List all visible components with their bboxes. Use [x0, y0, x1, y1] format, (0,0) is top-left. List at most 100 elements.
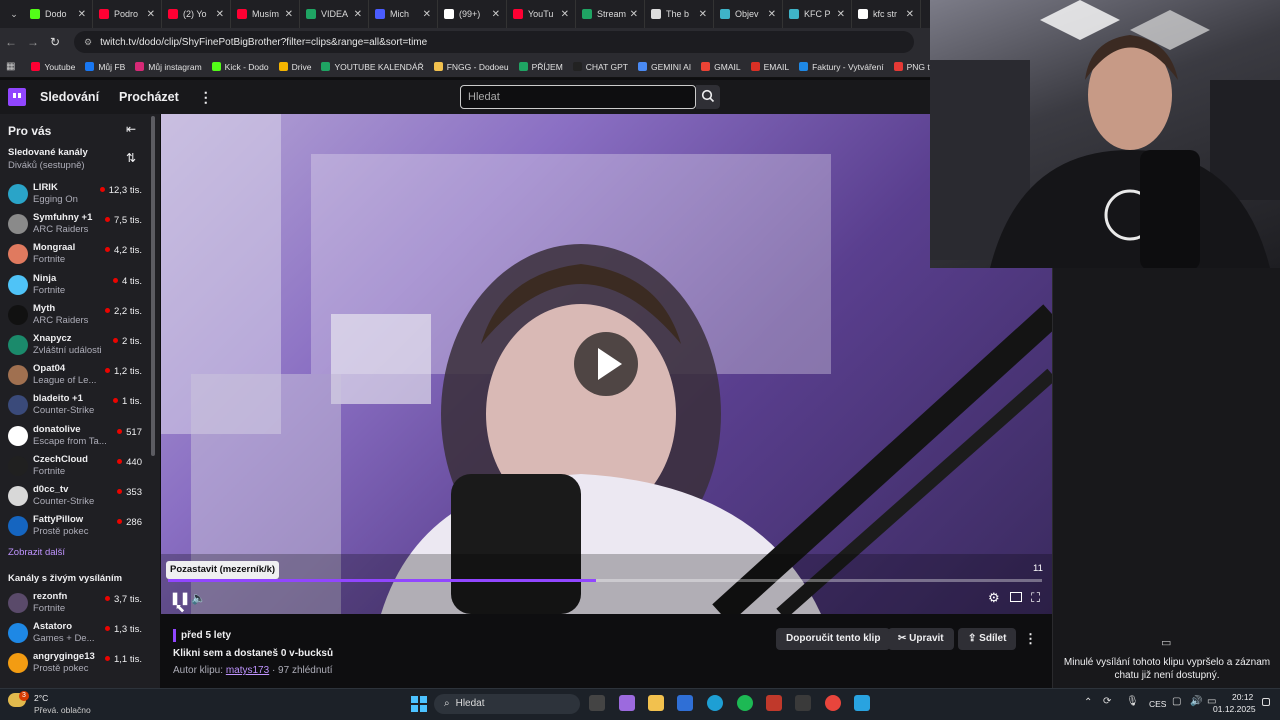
close-tab-icon[interactable]: ✕: [147, 9, 155, 20]
collapse-sidebar-icon[interactable]: ⇤: [126, 122, 136, 136]
bookmark-item[interactable]: Kick - Dodo: [211, 62, 269, 72]
theatre-mode-icon[interactable]: [1010, 592, 1022, 602]
search-input[interactable]: Hledat: [460, 85, 696, 109]
close-tab-icon[interactable]: ✕: [354, 9, 362, 20]
clock-date[interactable]: 01.12.2025: [1213, 704, 1256, 714]
sidebar-channel[interactable]: rezonfn Fortnite 3,7 tis.: [0, 588, 150, 618]
address-bar[interactable]: ⚙ twitch.tv/dodo/clip/ShyFinePotBigBroth…: [74, 31, 914, 53]
sidebar-scrollbar[interactable]: [151, 116, 155, 456]
browser-tab[interactable]: kfc str ✕: [852, 0, 921, 28]
bookmark-item[interactable]: FNGG - Dodoeu: [433, 62, 509, 72]
outlook-icon[interactable]: [677, 695, 693, 711]
language-indicator[interactable]: CES: [1149, 699, 1166, 709]
sidebar-channel[interactable]: Opat04 League of Le... 1,2 tis.: [0, 360, 150, 390]
apps-grid-icon[interactable]: ▦: [6, 61, 15, 72]
close-tab-icon[interactable]: ✕: [699, 9, 707, 20]
nav-browse[interactable]: Procházet: [119, 90, 179, 104]
browser-tab[interactable]: Objev ✕: [714, 0, 783, 28]
more-options-icon[interactable]: ⋮: [1024, 631, 1037, 647]
bookmark-item[interactable]: Faktury - Vytváření: [799, 62, 884, 72]
bookmark-item[interactable]: Youtube: [31, 62, 75, 72]
bookmark-item[interactable]: GEMINI AI: [637, 62, 691, 72]
twitch-logo-icon[interactable]: [8, 88, 26, 106]
close-tab-icon[interactable]: ✕: [78, 9, 86, 20]
share-button[interactable]: ⇪ Sdílet: [958, 628, 1017, 650]
close-tab-icon[interactable]: ✕: [423, 9, 431, 20]
nav-following[interactable]: Sledování: [40, 90, 99, 104]
bookmark-item[interactable]: Můj instagram: [135, 62, 202, 72]
sidebar-channel[interactable]: d0cc_tv Counter-Strike 353: [0, 481, 150, 511]
browser-tab[interactable]: (2) Yo ✕: [162, 0, 231, 28]
reload-icon[interactable]: ↻: [44, 35, 66, 49]
sidebar-channel[interactable]: Mongraal Fortnite 4,2 tis.: [0, 239, 150, 269]
mic-icon[interactable]: 🎙: [1126, 696, 1139, 707]
bookmark-item[interactable]: CHAT GPT: [572, 62, 628, 72]
browser-tab[interactable]: KFC P ✕: [783, 0, 852, 28]
file-explorer-icon[interactable]: [648, 695, 664, 711]
close-tab-icon[interactable]: ✕: [561, 9, 569, 20]
sidebar-channel[interactable]: Xnapycz Zvláštní události 2 tis.: [0, 330, 150, 360]
more-menu-icon[interactable]: ⋮: [199, 89, 213, 106]
bookmark-item[interactable]: PŘÍJEM: [518, 62, 563, 72]
edge-icon[interactable]: [707, 695, 723, 711]
display-icon[interactable]: ▢: [1172, 696, 1181, 707]
tray-expand-icon[interactable]: ⌃: [1084, 697, 1092, 708]
search-button[interactable]: [696, 85, 720, 109]
browser-tab[interactable]: Podro ✕: [93, 0, 162, 28]
notification-icon[interactable]: [1262, 698, 1270, 706]
tab-search-icon[interactable]: ⌄: [4, 9, 24, 20]
sidebar-channel[interactable]: Astatoro Games + De... 1,3 tis.: [0, 618, 150, 648]
forward-icon[interactable]: →: [22, 35, 44, 49]
copilot-icon[interactable]: [619, 695, 635, 711]
close-tab-icon[interactable]: ✕: [216, 9, 224, 20]
fullscreen-icon[interactable]: ⛶: [1031, 590, 1040, 606]
bookmark-item[interactable]: GMAIL: [701, 62, 741, 72]
app-icon[interactable]: [854, 695, 870, 711]
browser-tab[interactable]: VIDEA ✕: [300, 0, 369, 28]
terminal-icon[interactable]: [795, 695, 811, 711]
sidebar-channel[interactable]: FattyPillow Prostě pokec 286: [0, 511, 150, 541]
browser-tab[interactable]: (99+) ✕: [438, 0, 507, 28]
windows-start-icon[interactable]: [411, 696, 427, 712]
close-tab-icon[interactable]: ✕: [768, 9, 776, 20]
obs-icon[interactable]: [766, 695, 782, 711]
browser-tab[interactable]: Mich ✕: [369, 0, 438, 28]
sidebar-channel[interactable]: Symfuhny +1 ARC Raiders 7,5 tis.: [0, 209, 150, 239]
back-icon[interactable]: ←: [0, 35, 22, 49]
clip-title[interactable]: Klikni sem a dostaneš 0 v-bucksů: [173, 648, 333, 659]
volume-icon[interactable]: 🔈: [191, 591, 206, 605]
tray-app-icon[interactable]: ⟳: [1103, 696, 1111, 707]
recommend-clip-button[interactable]: Doporučit tento klip: [776, 628, 891, 650]
speaker-icon[interactable]: 🔊: [1190, 696, 1202, 707]
weather-temp[interactable]: 2°C: [34, 693, 48, 703]
author-link[interactable]: matys173: [226, 665, 269, 676]
browser-tab[interactable]: Musím ✕: [231, 0, 300, 28]
show-more-link[interactable]: Zobrazit další: [8, 547, 65, 558]
sidebar-channel[interactable]: LIRIK Egging On 12,3 tis.: [0, 179, 150, 209]
close-tab-icon[interactable]: ✕: [492, 9, 500, 20]
clock-time[interactable]: 20:12: [1232, 692, 1253, 702]
sidebar-channel[interactable]: donatolive Escape from Ta... 517: [0, 421, 150, 451]
sidebar-channel[interactable]: Ninja Fortnite 4 tis.: [0, 270, 150, 300]
site-info-icon[interactable]: ⚙: [84, 37, 92, 48]
close-tab-icon[interactable]: ✕: [630, 9, 638, 20]
chrome-icon[interactable]: [825, 695, 841, 711]
bookmark-item[interactable]: Můj FB: [85, 62, 125, 72]
task-view-icon[interactable]: [589, 695, 605, 711]
bookmark-item[interactable]: YOUTUBE KALENDÁŘ: [321, 62, 424, 72]
sidebar-channel[interactable]: Myth ARC Raiders 2,2 tis.: [0, 300, 150, 330]
bookmark-item[interactable]: EMAIL: [750, 62, 789, 72]
bookmark-item[interactable]: Drive: [278, 62, 311, 72]
close-tab-icon[interactable]: ✕: [906, 9, 914, 20]
close-tab-icon[interactable]: ✕: [837, 9, 845, 20]
browser-tab[interactable]: The b ✕: [645, 0, 714, 28]
play-button[interactable]: [574, 332, 638, 396]
taskbar-search[interactable]: ⌕ Hledat: [434, 694, 580, 714]
browser-tab[interactable]: YouTu ✕: [507, 0, 576, 28]
spotify-icon[interactable]: [737, 695, 753, 711]
sort-icon[interactable]: ⇅: [126, 151, 136, 165]
sidebar-channel[interactable]: CzechCloud Fortnite 440: [0, 451, 150, 481]
browser-tab[interactable]: Stream ✕: [576, 0, 645, 28]
close-tab-icon[interactable]: ✕: [285, 9, 293, 20]
edit-button[interactable]: ✂ Upravit: [888, 628, 954, 650]
